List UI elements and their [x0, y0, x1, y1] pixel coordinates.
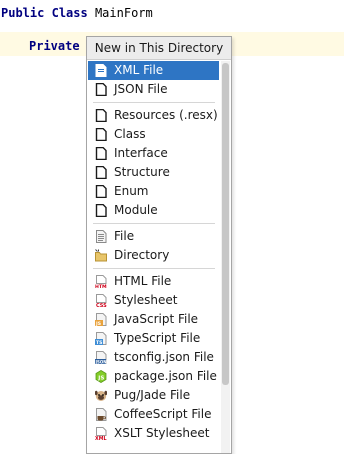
svg-text:JS: JS	[95, 321, 101, 326]
javascript-file-icon: JS	[95, 313, 107, 326]
popup-title: New in This Directory	[87, 37, 231, 60]
pug-file-icon	[95, 390, 107, 401]
tsconfig-json-icon: JSON	[95, 351, 107, 364]
interface-file-icon	[95, 147, 107, 160]
menu-item-tsconfig-json[interactable]: JSON tsconfig.json File	[88, 348, 219, 367]
svg-text:JSON: JSON	[95, 359, 107, 364]
menu-item-label: Pug/Jade File	[114, 388, 191, 402]
menu-item-directory[interactable]: Directory	[88, 246, 219, 265]
structure-file-icon	[95, 166, 107, 179]
html-file-icon: HTML	[95, 275, 107, 288]
menu-item-label: Stylesheet	[114, 293, 178, 307]
menu-item-package-json[interactable]: JS package.json File	[88, 367, 219, 386]
svg-text:HTML: HTML	[95, 284, 107, 288]
menu-item-xml-file[interactable]: XML File	[88, 61, 219, 80]
xml-file-icon	[95, 64, 107, 77]
menu-item-file[interactable]: File	[88, 227, 219, 246]
menu-item-label: TypeScript File	[114, 331, 201, 345]
menu-item-label: JavaScript File	[114, 312, 199, 326]
class-name: MainForm	[94, 6, 153, 20]
menu-separator	[93, 223, 215, 224]
enum-file-icon	[95, 185, 107, 198]
svg-text:CSS: CSS	[96, 303, 107, 307]
menu-item-label: Class	[114, 127, 146, 141]
new-in-directory-popup: New in This Directory XML File JSON File…	[86, 36, 232, 454]
menu-item-javascript-file[interactable]: JS JavaScript File	[88, 310, 219, 329]
nodejs-package-icon: JS	[95, 370, 107, 383]
menu-item-label: XML File	[114, 63, 164, 77]
module-file-icon	[95, 204, 107, 217]
folder-icon	[95, 249, 107, 262]
menu-item-label: File	[114, 229, 135, 243]
menu-separator	[93, 268, 215, 269]
menu-item-label: Directory	[114, 248, 170, 262]
resources-file-icon	[95, 109, 107, 122]
menu-item-enum[interactable]: Enum	[88, 182, 219, 201]
menu-item-label: Resources (.resx)	[114, 108, 218, 122]
menu-item-label: Module	[114, 203, 158, 217]
menu-item-interface[interactable]: Interface	[88, 144, 219, 163]
menu-item-label: Interface	[114, 146, 168, 160]
menu-item-coffeescript-file[interactable]: CoffeeScript File	[88, 405, 219, 424]
menu-item-module[interactable]: Module	[88, 201, 219, 220]
menu-item-label: tsconfig.json File	[114, 350, 214, 364]
scrollbar-thumb[interactable]	[222, 63, 229, 385]
keyword-private: Private	[29, 39, 80, 53]
typescript-file-icon: TS	[95, 332, 107, 345]
css-file-icon: CSS	[96, 294, 107, 307]
text-file-icon	[96, 230, 107, 243]
popup-scrollbar[interactable]	[221, 61, 230, 453]
menu-separator	[93, 102, 215, 103]
keyword-public: Public	[1, 6, 45, 20]
svg-text:TS: TS	[96, 340, 102, 345]
menu-item-label: CoffeeScript File	[114, 407, 212, 421]
code-line-2: Private	[29, 38, 80, 54]
json-file-icon	[95, 83, 107, 96]
svg-text:JS: JS	[97, 375, 104, 381]
menu-item-xslt-stylesheet[interactable]: XML XSLT Stylesheet	[88, 424, 219, 443]
svg-text:XML: XML	[95, 436, 107, 440]
menu-item-stylesheet[interactable]: CSS Stylesheet	[88, 291, 219, 310]
code-line-1: Public Class MainForm	[1, 5, 153, 21]
coffeescript-file-icon	[96, 408, 107, 421]
menu-item-label: JSON File	[114, 82, 168, 96]
menu-item-label: Structure	[114, 165, 170, 179]
class-file-icon	[95, 128, 107, 141]
menu-item-class[interactable]: Class	[88, 125, 219, 144]
menu-item-label: HTML File	[114, 274, 172, 288]
menu-item-label: XSLT Stylesheet	[114, 426, 210, 440]
menu-item-json-file[interactable]: JSON File	[88, 80, 219, 99]
menu-item-typescript-file[interactable]: TS TypeScript File	[88, 329, 219, 348]
menu-item-resources[interactable]: Resources (.resx)	[88, 106, 219, 125]
menu-item-label: package.json File	[114, 369, 217, 383]
keyword-class: Class	[51, 6, 88, 20]
xslt-file-icon: XML	[95, 427, 107, 440]
menu-item-html-file[interactable]: HTML HTML File	[88, 272, 219, 291]
menu-item-pug-jade-file[interactable]: Pug/Jade File	[88, 386, 219, 405]
menu-item-structure[interactable]: Structure	[88, 163, 219, 182]
menu-item-label: Enum	[114, 184, 149, 198]
